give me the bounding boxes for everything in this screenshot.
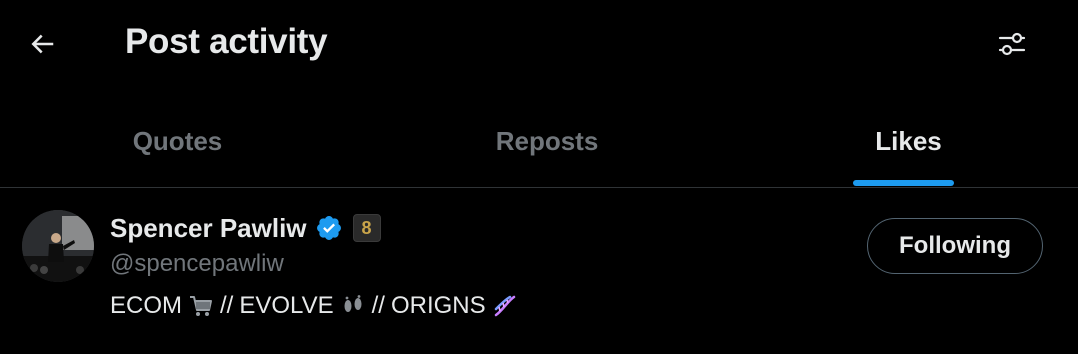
tab-reposts[interactable]: Reposts <box>355 96 739 187</box>
verified-badge-icon[interactable] <box>315 214 343 242</box>
page-title: Post activity <box>125 22 328 61</box>
affiliate-badge[interactable]: 8 <box>352 214 381 242</box>
bio-text: ORIGNS <box>390 292 486 319</box>
back-button[interactable] <box>22 24 62 64</box>
display-name[interactable]: Spencer Pawliw <box>110 213 307 244</box>
sliders-icon <box>998 32 1026 56</box>
tab-label: Quotes <box>132 126 223 156</box>
user-list-item[interactable]: Spencer Pawliw 8 @spencepawliw ECOM // E… <box>0 188 1078 354</box>
arrow-left-icon <box>31 34 54 54</box>
tab-quotes[interactable]: Quotes <box>0 96 355 187</box>
following-button[interactable]: Following <box>867 218 1043 274</box>
name-line: Spencer Pawliw 8 <box>110 211 381 245</box>
dna-icon <box>492 293 518 319</box>
header: Post activity <box>0 0 1078 90</box>
bio-separator: // <box>220 292 234 319</box>
avatar-image <box>22 210 94 282</box>
tab-bar: Quotes Reposts Likes <box>0 96 1078 188</box>
footprints-icon <box>340 293 366 319</box>
bio-text: EVOLVE <box>239 292 334 319</box>
bio-separator: // <box>371 292 385 319</box>
avatar[interactable] <box>22 210 94 282</box>
tab-likes[interactable]: Likes <box>739 96 1078 187</box>
active-tab-indicator <box>853 180 954 186</box>
user-bio: ECOM // EVOLVE // ORIGNS <box>110 292 518 320</box>
tab-label: Reposts <box>495 126 599 156</box>
user-handle: @spencepawliw <box>110 250 284 277</box>
filter-button[interactable] <box>992 24 1032 64</box>
shopping-cart-icon <box>188 293 214 319</box>
bio-text: ECOM <box>110 292 182 319</box>
tab-label: Likes <box>875 126 942 156</box>
